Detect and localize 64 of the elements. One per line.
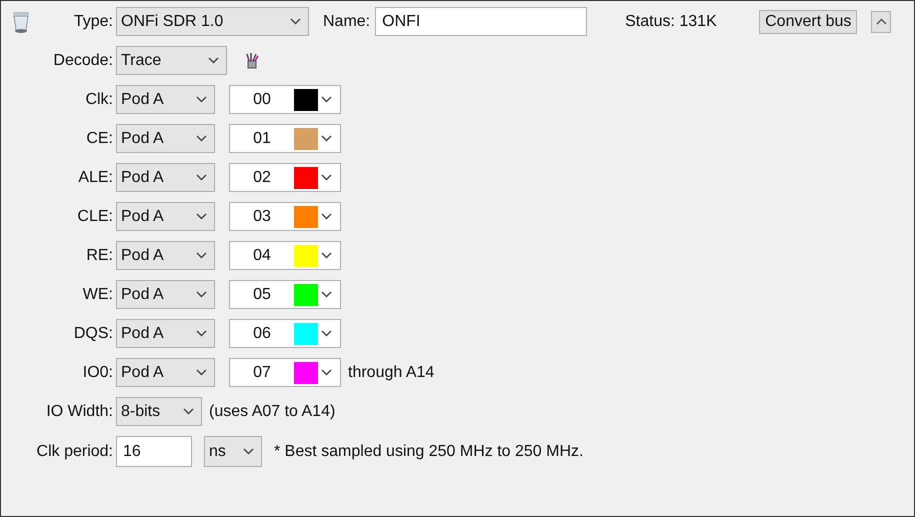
chevron-icon xyxy=(321,174,332,181)
chevron-icon xyxy=(321,291,332,298)
collapse-button[interactable] xyxy=(871,10,892,32)
chevron-icon xyxy=(321,330,332,337)
unit-dropdown[interactable]: ns xyxy=(204,436,262,467)
chevron-icon xyxy=(208,57,219,64)
channel-dropdown[interactable]: 06 xyxy=(229,319,341,348)
pencil-cup-icon[interactable] xyxy=(245,52,259,68)
chevron-icon xyxy=(196,96,207,103)
channel-label: DQS: xyxy=(74,324,113,342)
clk-period-label: Clk period: xyxy=(36,442,113,460)
chevron-icon xyxy=(196,252,207,259)
name-field[interactable]: ONFI xyxy=(375,7,588,36)
sampling-note: * Best sampled using 250 MHz to 250 MHz. xyxy=(274,442,584,460)
pod-dropdown[interactable]: Pod A xyxy=(116,241,215,270)
io-width-label: IO Width: xyxy=(46,402,113,420)
chevron-icon xyxy=(321,213,332,220)
pod-dropdown[interactable]: Pod A xyxy=(116,124,215,153)
chevron-icon xyxy=(321,252,332,259)
channel-dropdown[interactable]: 07 xyxy=(229,358,341,387)
channel-label: RE: xyxy=(86,246,113,264)
chevron-icon xyxy=(196,369,207,376)
channel-dropdown[interactable]: 05 xyxy=(229,280,341,309)
type-dropdown[interactable]: ONFi SDR 1.0 xyxy=(116,7,309,36)
channel-label: WE: xyxy=(82,286,113,304)
channel-label: Clk: xyxy=(85,90,113,108)
status-text: Status: 131K xyxy=(625,12,718,30)
channel-dropdown[interactable]: 03 xyxy=(229,202,341,231)
convert-bus-button[interactable]: Convert bus xyxy=(759,10,858,34)
channel-label: CE: xyxy=(86,130,113,148)
range-note: through A14 xyxy=(348,364,434,382)
chevron-icon xyxy=(196,174,207,181)
pod-dropdown[interactable]: Pod A xyxy=(116,319,215,348)
pod-dropdown[interactable]: Pod A xyxy=(116,280,215,309)
pod-dropdown[interactable]: Pod A xyxy=(116,85,215,114)
chevron-icon xyxy=(196,213,207,220)
io-width-note: (uses A07 to A14) xyxy=(209,402,336,420)
chevron-icon xyxy=(321,135,332,142)
channel-dropdown[interactable]: 04 xyxy=(229,241,341,270)
channel-dropdown[interactable]: 00 xyxy=(229,85,341,114)
channel-label: ALE: xyxy=(78,168,113,186)
chevron-icon xyxy=(196,135,207,142)
chevron-icon xyxy=(183,408,194,415)
chevron-icon xyxy=(321,96,332,103)
clk-period-field[interactable]: 16 xyxy=(116,436,192,467)
chevron-icon xyxy=(243,448,254,455)
caret-up-icon xyxy=(876,18,887,25)
chevron-icon xyxy=(290,18,301,25)
channel-dropdown[interactable]: 02 xyxy=(229,163,341,192)
channel-label: IO0: xyxy=(82,364,113,382)
pod-dropdown[interactable]: Pod A xyxy=(116,358,215,387)
chevron-icon xyxy=(196,330,207,337)
name-label: Name: xyxy=(323,12,370,30)
type-label: Type: xyxy=(74,12,113,30)
decode-dropdown[interactable]: Trace xyxy=(116,46,227,75)
decode-label: Decode: xyxy=(53,52,113,70)
channel-dropdown[interactable]: 01 xyxy=(229,124,341,153)
io-width-dropdown[interactable]: 8-bits xyxy=(116,397,202,426)
pod-dropdown[interactable]: Pod A xyxy=(116,202,215,231)
chevron-icon xyxy=(321,369,332,376)
chevron-icon xyxy=(196,291,207,298)
channel-label: CLE: xyxy=(77,208,113,226)
pod-dropdown[interactable]: Pod A xyxy=(116,163,215,192)
trash-icon[interactable] xyxy=(11,10,31,34)
